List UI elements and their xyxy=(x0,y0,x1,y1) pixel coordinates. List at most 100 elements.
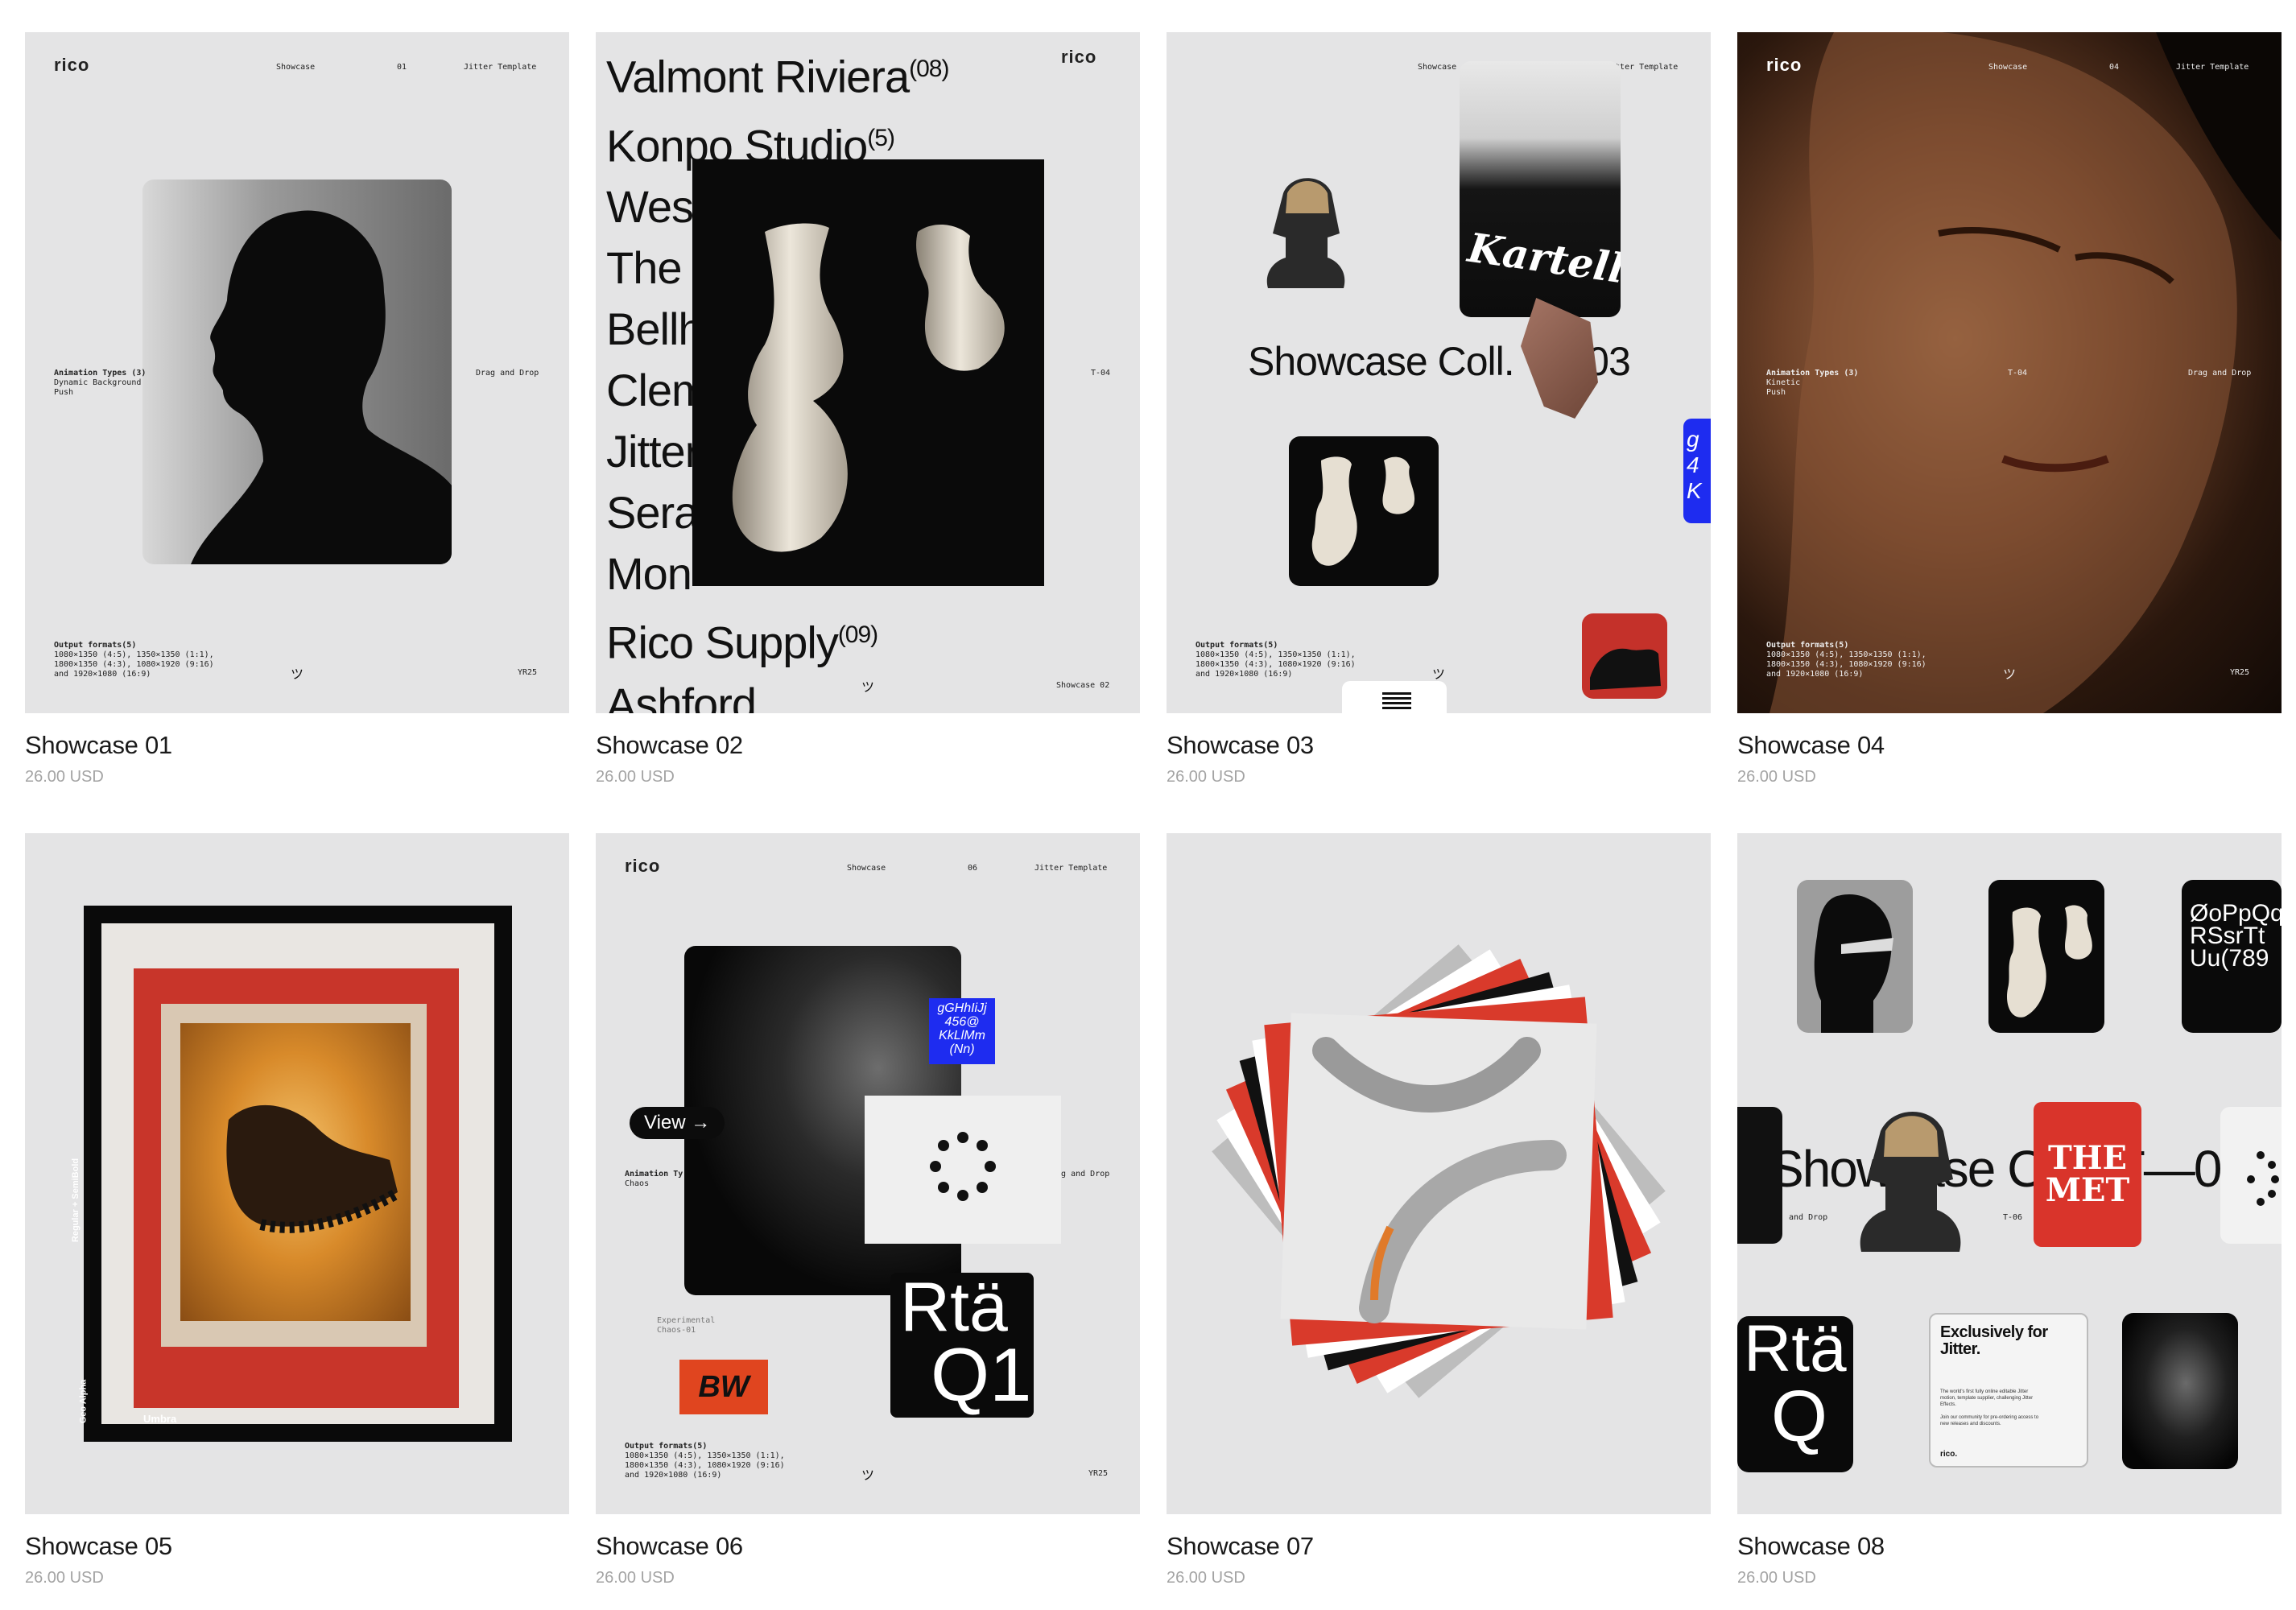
product-price: 26.00 USD xyxy=(596,1569,675,1587)
product-thumbnail[interactable]: rico Showcase 01 Jitter Template Animati… xyxy=(25,32,569,713)
output-formats-line: 1080×1350 (4:5), 1350×1350 (1:1), xyxy=(625,1451,785,1460)
mask-head-icon xyxy=(1814,894,1893,1033)
nav-template: Jitter Template xyxy=(1034,864,1108,873)
product-title[interactable]: Showcase 02 xyxy=(596,731,743,760)
output-formats-line: 1800×1350 (4:3), 1080×1920 (9:16) xyxy=(625,1461,785,1470)
product-thumbnail[interactable]: Showcase 03 Jitter Template Kartell Show… xyxy=(1167,32,1711,713)
headline-fragment: Showcase Coll. T—0 xyxy=(1769,1140,2222,1198)
product-title[interactable]: Showcase 08 xyxy=(1737,1532,1885,1561)
product-thumbnail[interactable] xyxy=(1167,833,1711,1514)
kartell-text: Kartell xyxy=(1464,223,1621,293)
vase-icon xyxy=(1311,456,1415,566)
drag-drop-label: Drag and Drop xyxy=(476,369,539,378)
rta-line: Q xyxy=(1771,1377,1828,1457)
output-formats-line: 1800×1350 (4:3), 1080×1920 (9:16) xyxy=(54,660,214,669)
product-price: 26.00 USD xyxy=(1167,768,1245,786)
slide-code: T-04 xyxy=(2008,369,2028,378)
product-title[interactable]: Showcase 03 xyxy=(1167,731,1314,760)
slide-number: 06 xyxy=(968,864,978,873)
drag-drop-label: and Drop xyxy=(1789,1213,1828,1222)
slide-number: 01 xyxy=(397,63,407,72)
nav-label: Showcase xyxy=(1988,63,2028,72)
product-title[interactable]: Showcase 07 xyxy=(1167,1532,1314,1561)
output-formats-line: and 1920×1080 (16:9) xyxy=(625,1471,722,1480)
output-formats-line: and 1920×1080 (16:9) xyxy=(54,670,151,679)
type-specimen-tag: gGHhIiJj 456@ KkLlMm (Nn) xyxy=(929,998,995,1064)
product-price: 26.00 USD xyxy=(25,1569,104,1587)
studio-list-item: Ashford xyxy=(606,678,757,713)
output-formats-line: 1800×1350 (4:3), 1080×1920 (9:16) xyxy=(1766,660,1926,669)
vase-icon xyxy=(732,223,1005,552)
poster-frame: Regular + SemiBold Geo Alpha Umbra xyxy=(71,906,512,1442)
smile-glyph: ツ xyxy=(861,681,875,695)
smile-glyph: ツ xyxy=(861,1469,875,1483)
output-formats-label: Output formats(5) xyxy=(625,1442,708,1451)
brand-logo: rico xyxy=(1766,55,1803,75)
slide-number: 04 xyxy=(2109,63,2120,72)
portrait-tile xyxy=(2122,1313,2238,1469)
product-title[interactable]: Showcase 06 xyxy=(596,1532,743,1561)
output-formats-line: 1080×1350 (4:5), 1350×1350 (1:1), xyxy=(1766,650,1926,659)
studio-list-item: Valmont Riviera(08) xyxy=(606,51,949,102)
product-title[interactable]: Showcase 05 xyxy=(25,1532,172,1561)
mask-head-tile xyxy=(1797,880,1913,1033)
year-label: YR25 xyxy=(1088,1469,1109,1478)
output-formats-line: 1080×1350 (4:5), 1350×1350 (1:1), xyxy=(54,650,214,659)
loading-dots-icon xyxy=(2247,1151,2279,1206)
bw-badge: BW xyxy=(679,1360,768,1414)
panther-icon xyxy=(1590,648,1661,690)
product-thumbnail[interactable]: Regular + SemiBold Geo Alpha Umbra xyxy=(25,833,569,1514)
animation-item: Kinetic xyxy=(1766,378,1801,387)
year-label: YR25 xyxy=(518,668,538,677)
poster-bottom-label: Geo Alpha xyxy=(78,1379,89,1424)
bust-image xyxy=(1263,169,1348,288)
view-button[interactable]: View → xyxy=(630,1107,725,1139)
nav-label: Showcase xyxy=(1418,63,1457,72)
animation-types-label: Animation Ty xyxy=(625,1170,683,1179)
output-formats-line: 1080×1350 (4:5), 1350×1350 (1:1), xyxy=(1195,650,1356,659)
kartell-fragment-tile xyxy=(1737,1107,1782,1244)
pharaoh-icon xyxy=(1860,1112,1961,1252)
boot-icon xyxy=(226,1104,399,1233)
product-price: 26.00 USD xyxy=(1737,1569,1816,1587)
panther-photo xyxy=(1582,613,1667,699)
product-thumbnail[interactable]: Valmont Riviera(08) Konpo Studio(5) Wes … xyxy=(596,32,1140,713)
brand-logo: rico xyxy=(54,55,90,75)
smile-glyph: ツ xyxy=(291,668,304,682)
met-logo: THE MET xyxy=(2045,1139,2130,1209)
pharaoh-icon xyxy=(1266,178,1345,288)
product-thumbnail[interactable]: rico Showcase 06 Jitter Template gGHhIiJ… xyxy=(596,833,1140,1514)
loader-card xyxy=(865,1096,1061,1244)
rta-specimen-tile: Rtä Q xyxy=(1737,1316,1853,1472)
nav-label: Showcase xyxy=(847,864,886,873)
stack-icon xyxy=(1382,692,1411,712)
pharaoh-bust xyxy=(1856,1099,1964,1252)
exclusive-title: Exclusively for Jitter. xyxy=(1940,1323,2048,1358)
loader-tile xyxy=(2220,1107,2282,1244)
product-title[interactable]: Showcase 04 xyxy=(1737,731,1885,760)
product-thumbnail[interactable]: ØoPpQq RSsrTt Uu(789 Showcase Coll. T—0 … xyxy=(1737,833,2282,1514)
nav-template: Jitter Template xyxy=(464,63,537,72)
slide-code: T-06 xyxy=(2003,1213,2023,1222)
loading-dots-icon xyxy=(930,1132,996,1201)
experimental-label: Experimental xyxy=(657,1316,716,1325)
nav-template: Jitter Template xyxy=(2176,63,2249,72)
product-price: 26.00 USD xyxy=(596,768,675,786)
animation-types-label: Animation Types (3) xyxy=(1766,369,1859,378)
product-title[interactable]: Showcase 01 xyxy=(25,731,172,760)
output-formats-label: Output formats(5) xyxy=(1195,641,1278,650)
jacket-photo: Kartell xyxy=(1460,61,1621,317)
vase-icon xyxy=(2006,905,2092,1018)
exclusive-cta: Join our community for pre-ordering acce… xyxy=(1940,1415,2039,1426)
vase-tile xyxy=(1988,880,2104,1033)
experimental-code: Chaos-01 xyxy=(657,1326,696,1335)
product-thumbnail[interactable]: rico Showcase 04 Jitter Template Animati… xyxy=(1737,32,2282,713)
blue-tab: g 4 K xyxy=(1683,419,1711,523)
poster-umbra-label: Umbra xyxy=(143,1413,177,1425)
exclusive-body: The world's first fully online editable … xyxy=(1940,1389,2034,1407)
stack-widget xyxy=(1342,681,1447,713)
output-formats-line: 1800×1350 (4:3), 1080×1920 (9:16) xyxy=(1195,660,1356,669)
animation-item: Dynamic Background xyxy=(54,378,142,387)
output-formats-line: and 1920×1080 (16:9) xyxy=(1195,670,1293,679)
output-formats-label: Output formats(5) xyxy=(54,641,137,650)
